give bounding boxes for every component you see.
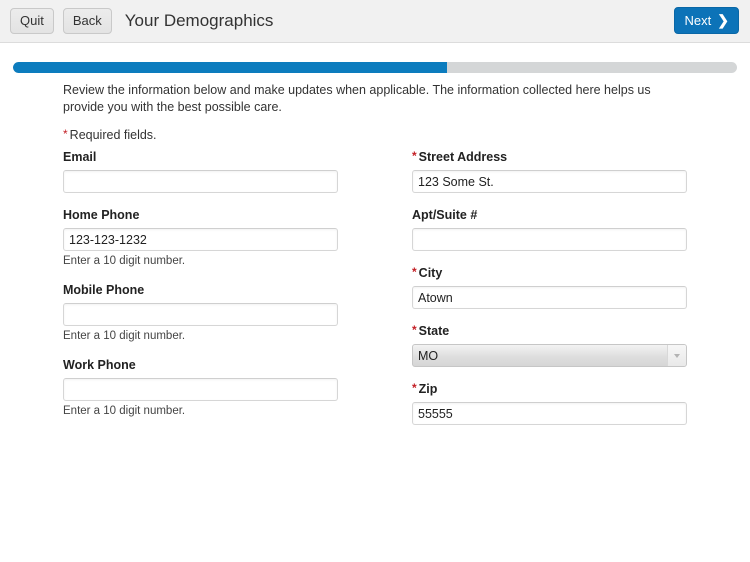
- field-label-zip: * Zip: [412, 382, 687, 396]
- field-label-text: Apt/Suite #: [412, 208, 478, 222]
- input-work-phone[interactable]: [63, 378, 338, 401]
- required-asterisk-icon: *: [412, 381, 417, 395]
- progress-bar-fill: [13, 62, 448, 73]
- required-asterisk-icon: *: [412, 323, 417, 337]
- field-label-street-address: * Street Address: [412, 150, 687, 164]
- field-label-state: * State: [412, 324, 687, 338]
- field-label-text: Work Phone: [63, 358, 136, 372]
- field-state: * State MO: [412, 324, 687, 367]
- required-fields-note: * Required fields.: [63, 128, 750, 142]
- field-zip: * Zip: [412, 382, 687, 425]
- field-label-email: Email: [63, 150, 338, 164]
- field-label-text: Street Address: [418, 150, 508, 164]
- field-label-mobile-phone: Mobile Phone: [63, 283, 338, 297]
- helper-text-home-phone: Enter a 10 digit number.: [63, 255, 186, 267]
- chevron-right-icon: ❯: [717, 12, 729, 28]
- field-label-text: Email: [63, 150, 97, 164]
- form-column-right: *Street AddressApt/Suite #*City*StateMO*…: [412, 150, 687, 440]
- next-button-label: Next: [684, 12, 712, 28]
- required-asterisk-icon: *: [63, 127, 68, 141]
- input-street-address[interactable]: [412, 170, 687, 193]
- input-home-phone[interactable]: [63, 228, 338, 251]
- progress-bar: [13, 62, 737, 73]
- field-email: Email: [63, 150, 338, 193]
- intro-text: Review the information below and make up…: [63, 83, 651, 114]
- required-asterisk-icon: *: [412, 265, 417, 279]
- required-asterisk-icon: *: [412, 149, 417, 163]
- field-label-text: Zip: [418, 382, 438, 396]
- input-city[interactable]: [412, 286, 687, 309]
- input-email[interactable]: [63, 170, 338, 193]
- field-apt-suite: Apt/Suite #: [412, 208, 687, 251]
- field-label-city: * City: [412, 266, 687, 280]
- next-button[interactable]: Next ❯: [673, 7, 739, 34]
- field-label-text: Home Phone: [63, 208, 140, 222]
- field-mobile-phone: Mobile Phone Enter a 10 digit number.: [63, 283, 338, 343]
- input-mobile-phone[interactable]: [63, 303, 338, 326]
- back-button[interactable]: Back: [62, 8, 112, 34]
- form-content: Review the information below and make up…: [0, 82, 750, 425]
- helper-text-work-phone: Enter a 10 digit number.: [63, 405, 186, 417]
- quit-button[interactable]: Quit: [10, 8, 54, 34]
- field-label-home-phone: Home Phone: [63, 208, 338, 222]
- select-wrapper-state: MO: [412, 344, 687, 367]
- field-label-work-phone: Work Phone: [63, 358, 338, 372]
- field-label-apt-suite: Apt/Suite #: [412, 208, 687, 222]
- field-label-text: State: [418, 324, 450, 338]
- field-label-text: Mobile Phone: [63, 283, 145, 297]
- helper-text-mobile-phone: Enter a 10 digit number.: [63, 330, 186, 342]
- input-zip[interactable]: [412, 402, 687, 425]
- field-street-address: * Street Address: [412, 150, 687, 193]
- input-apt-suite[interactable]: [412, 228, 687, 251]
- app-header: Quit Back Your Demographics Next ❯: [0, 0, 750, 43]
- form-column-left: EmailHome PhoneEnter a 10 digit number.M…: [63, 150, 338, 433]
- required-fields-label: Required fields.: [69, 128, 157, 142]
- select-state[interactable]: MO: [412, 344, 687, 367]
- field-work-phone: Work Phone Enter a 10 digit number.: [63, 358, 338, 418]
- field-home-phone: Home Phone Enter a 10 digit number.: [63, 208, 338, 268]
- page-title: Your Demographics: [124, 11, 274, 30]
- field-city: * City: [412, 266, 687, 309]
- field-label-text: City: [418, 266, 443, 280]
